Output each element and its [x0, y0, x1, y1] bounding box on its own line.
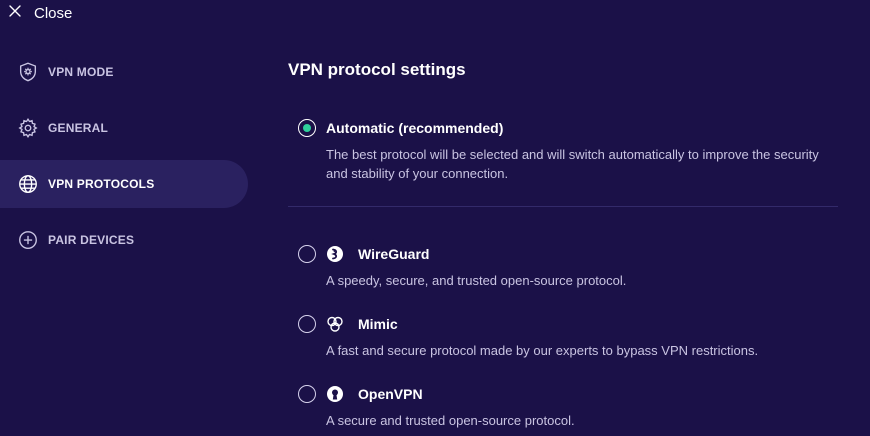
radio-mimic[interactable] — [298, 315, 316, 333]
option-title: Mimic — [358, 316, 398, 332]
protocol-option-openvpn[interactable]: OpenVPN A secure and trusted open-source… — [288, 383, 838, 430]
protocol-option-mimic[interactable]: Mimic A fast and secure protocol made by… — [288, 313, 838, 360]
sidebar-item-pair-devices[interactable]: PAIR DEVICES — [0, 216, 248, 264]
shield-gear-icon — [16, 60, 40, 84]
sidebar-item-general[interactable]: GENERAL — [0, 104, 248, 152]
close-button[interactable]: Close — [8, 2, 72, 24]
option-description: A speedy, secure, and trusted open-sourc… — [326, 273, 627, 288]
protocol-settings-panel: VPN protocol settings Automatic (recomme… — [288, 60, 838, 428]
wireguard-icon — [326, 245, 344, 263]
close-icon — [8, 4, 22, 23]
option-title: OpenVPN — [358, 386, 423, 402]
sidebar-item-label: PAIR DEVICES — [48, 233, 135, 247]
mimic-icon — [326, 315, 344, 333]
globe-icon — [16, 172, 40, 196]
sidebar-item-vpn-protocols[interactable]: VPN PROTOCOLS — [0, 160, 248, 208]
plus-circle-icon — [16, 228, 40, 252]
option-description: A secure and trusted open-source protoco… — [326, 413, 575, 428]
radio-automatic[interactable] — [298, 119, 316, 137]
protocol-option-wireguard[interactable]: WireGuard A speedy, secure, and trusted … — [288, 243, 838, 290]
page-title: VPN protocol settings — [288, 60, 466, 79]
settings-window: Close VPN MODE GENERAL VPN PROTOCOLS PAI… — [0, 0, 870, 436]
sidebar: VPN MODE GENERAL VPN PROTOCOLS PAIR DEVI… — [0, 48, 248, 272]
sidebar-item-vpn-mode[interactable]: VPN MODE — [0, 48, 248, 96]
option-description: A fast and secure protocol made by our e… — [326, 343, 759, 358]
close-label: Close — [34, 4, 73, 22]
option-description: The best protocol will be selected and w… — [326, 147, 819, 181]
radio-wireguard[interactable] — [298, 245, 316, 263]
radio-openvpn[interactable] — [298, 385, 316, 403]
gear-icon — [16, 116, 40, 140]
sidebar-item-label: VPN PROTOCOLS — [48, 177, 155, 191]
sidebar-item-label: GENERAL — [48, 121, 109, 135]
option-title: Automatic (recommended) — [326, 120, 504, 136]
openvpn-icon — [326, 385, 344, 403]
divider — [288, 206, 838, 207]
option-title: WireGuard — [358, 246, 430, 262]
protocol-option-automatic[interactable]: Automatic (recommended) The best protoco… — [288, 117, 838, 183]
sidebar-item-label: VPN MODE — [48, 65, 114, 79]
